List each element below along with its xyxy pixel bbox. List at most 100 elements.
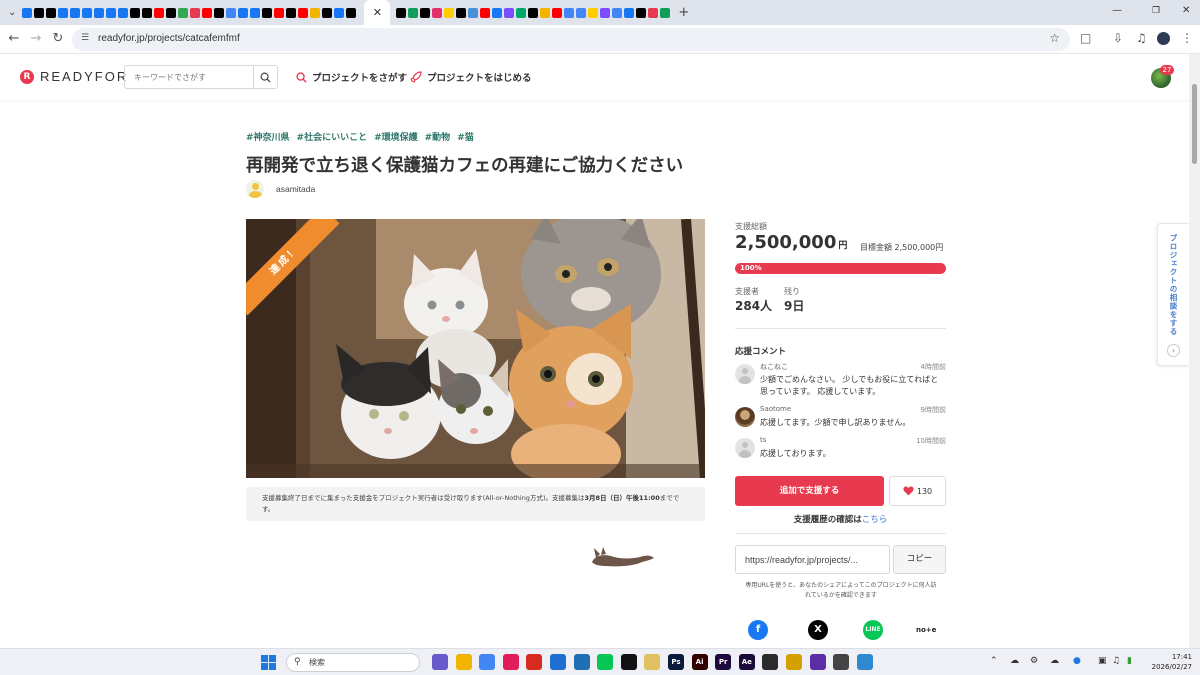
taskbar-app-icon[interactable] xyxy=(573,654,590,670)
tab-favicon-icon[interactable] xyxy=(214,7,225,18)
taskbar-app-icon[interactable] xyxy=(786,654,802,670)
tab-favicon-icon[interactable] xyxy=(420,7,431,18)
extensions-icon[interactable]: □ xyxy=(1080,31,1091,45)
search-input[interactable] xyxy=(125,66,254,88)
taskbar-app-icon[interactable]: Ai xyxy=(691,654,708,670)
tray-app-icon[interactable]: ☁ xyxy=(1050,656,1059,666)
restore-icon[interactable]: ❐ xyxy=(1152,6,1160,16)
site-info-icon[interactable]: ☰ xyxy=(81,33,89,43)
note-share-icon[interactable]: no+e xyxy=(916,620,936,640)
owner-name[interactable]: asamitada xyxy=(276,184,315,194)
tab-favicon-icon[interactable] xyxy=(202,7,213,18)
address-bar[interactable]: ☰ readyfor.jp/projects/catcafemfmf ☆ xyxy=(72,28,1070,51)
tab-favicon-icon[interactable] xyxy=(480,7,491,18)
tab-search-icon[interactable]: ⌄ xyxy=(8,7,16,18)
tab-favicon-icon[interactable] xyxy=(600,7,611,18)
line-share-icon[interactable]: LINE xyxy=(863,620,883,640)
taskbar-app-icon[interactable] xyxy=(502,654,519,670)
back-icon[interactable]: ← xyxy=(6,31,22,47)
tag-link[interactable]: #神奈川県 xyxy=(246,130,290,143)
tab-favicon-icon[interactable] xyxy=(154,7,165,18)
tab-favicon-icon[interactable] xyxy=(58,7,69,18)
tray-app-icon[interactable]: ☁ xyxy=(1010,656,1019,666)
close-window-icon[interactable]: ✕ xyxy=(1182,5,1190,16)
tab-favicon-icon[interactable] xyxy=(238,7,249,18)
url-text[interactable]: readyfor.jp/projects/catcafemfmf xyxy=(98,33,240,44)
tab-favicon-icon[interactable] xyxy=(564,7,575,18)
tab-favicon-icon[interactable] xyxy=(94,7,105,18)
tab-favicon-icon[interactable] xyxy=(142,7,153,18)
tray-app-icon[interactable]: ⚙ xyxy=(1030,656,1038,666)
taskbar-search[interactable]: ⚲ 検索 xyxy=(286,653,420,672)
tab-favicon-icon[interactable] xyxy=(70,7,81,18)
consult-side-tab[interactable]: プロジェクトの相談をする › xyxy=(1157,223,1189,366)
search-button[interactable] xyxy=(253,66,277,88)
active-tab[interactable]: ✕ xyxy=(364,0,391,25)
tab-favicon-icon[interactable] xyxy=(226,7,237,18)
support-button[interactable]: 追加で支援する xyxy=(735,476,884,506)
tab-favicon-icon[interactable] xyxy=(166,7,177,18)
taskbar-app-icon[interactable] xyxy=(856,654,873,670)
history-link[interactable]: こちら xyxy=(862,515,888,525)
nav-start-project[interactable]: プロジェクトをはじめる xyxy=(410,70,532,84)
tab-favicon-icon[interactable] xyxy=(322,7,333,18)
tab-favicon-icon[interactable] xyxy=(334,7,345,18)
share-url-field[interactable] xyxy=(735,545,890,574)
taskbar-clock[interactable]: 17:41 2026/02/27 xyxy=(1148,652,1192,672)
close-tab-icon[interactable]: ✕ xyxy=(373,6,382,19)
tab-favicon-icon[interactable] xyxy=(298,7,309,18)
tab-favicon-icon[interactable] xyxy=(286,7,297,18)
volume-icon[interactable]: ♫ xyxy=(1112,656,1120,666)
profile-avatar-icon[interactable] xyxy=(1157,32,1170,45)
tab-favicon-icon[interactable] xyxy=(190,7,201,18)
tab-favicon-icon[interactable] xyxy=(468,7,479,18)
tab-favicon-icon[interactable] xyxy=(310,7,321,18)
tab-favicon-icon[interactable] xyxy=(118,7,129,18)
tab-favicon-icon[interactable] xyxy=(46,7,57,18)
battery-icon[interactable]: ▮ xyxy=(1127,656,1132,666)
tab-favicon-icon[interactable] xyxy=(346,7,357,18)
tab-favicon-icon[interactable] xyxy=(624,7,635,18)
copy-button[interactable]: コピー xyxy=(893,545,946,574)
tab-favicon-icon[interactable] xyxy=(516,7,527,18)
tray-chevron-icon[interactable]: ⌃ xyxy=(990,656,998,666)
tab-favicon-icon[interactable] xyxy=(82,7,93,18)
taskbar-app-icon[interactable]: Pr xyxy=(715,654,732,670)
new-tab-icon[interactable]: + xyxy=(678,5,689,20)
taskbar-app-icon[interactable] xyxy=(597,654,614,670)
minimize-icon[interactable]: — xyxy=(1112,5,1122,16)
taskbar-app-icon[interactable] xyxy=(620,654,637,670)
tab-favicon-icon[interactable] xyxy=(648,7,659,18)
taskbar-app-icon[interactable] xyxy=(526,654,543,670)
tab-favicon-icon[interactable] xyxy=(106,7,117,18)
tab-favicon-icon[interactable] xyxy=(456,7,467,18)
taskbar-app-icon[interactable] xyxy=(809,654,826,670)
taskbar-app-icon[interactable] xyxy=(550,654,566,670)
forward-icon[interactable]: → xyxy=(28,31,44,47)
tab-favicon-icon[interactable] xyxy=(130,7,141,18)
reload-icon[interactable]: ↻ xyxy=(50,31,66,47)
tab-favicon-icon[interactable] xyxy=(22,7,33,18)
download-icon[interactable]: ⇩ xyxy=(1113,31,1123,45)
display-icon[interactable]: ▣ xyxy=(1098,656,1107,666)
taskbar-app-icon[interactable] xyxy=(762,654,779,670)
windows-start-icon[interactable] xyxy=(261,655,276,670)
tab-favicon-icon[interactable] xyxy=(492,7,503,18)
nav-find-projects[interactable]: プロジェクトをさがす xyxy=(296,70,407,84)
taskbar-app-icon[interactable] xyxy=(479,654,496,670)
tab-favicon-icon[interactable] xyxy=(528,7,539,18)
tab-favicons[interactable] xyxy=(22,7,358,18)
tab-favicon-icon[interactable] xyxy=(504,7,515,18)
media-icon[interactable]: ♫ xyxy=(1136,31,1147,45)
tab-favicon-icon[interactable] xyxy=(262,7,273,18)
tab-favicon-icon[interactable] xyxy=(432,7,443,18)
tab-favicon-icon[interactable] xyxy=(408,7,419,18)
taskbar-app-icon[interactable] xyxy=(833,654,850,670)
tag-link[interactable]: #猫 xyxy=(457,130,474,143)
tab-favicon-icon[interactable] xyxy=(274,7,285,18)
tag-link[interactable]: #環境保護 xyxy=(374,130,418,143)
readyfor-logo[interactable]: R READYFOR xyxy=(20,69,128,84)
taskbar-app-icon[interactable] xyxy=(644,654,661,670)
tab-favicon-icon[interactable] xyxy=(552,7,563,18)
tab-favicon-icon[interactable] xyxy=(178,7,189,18)
